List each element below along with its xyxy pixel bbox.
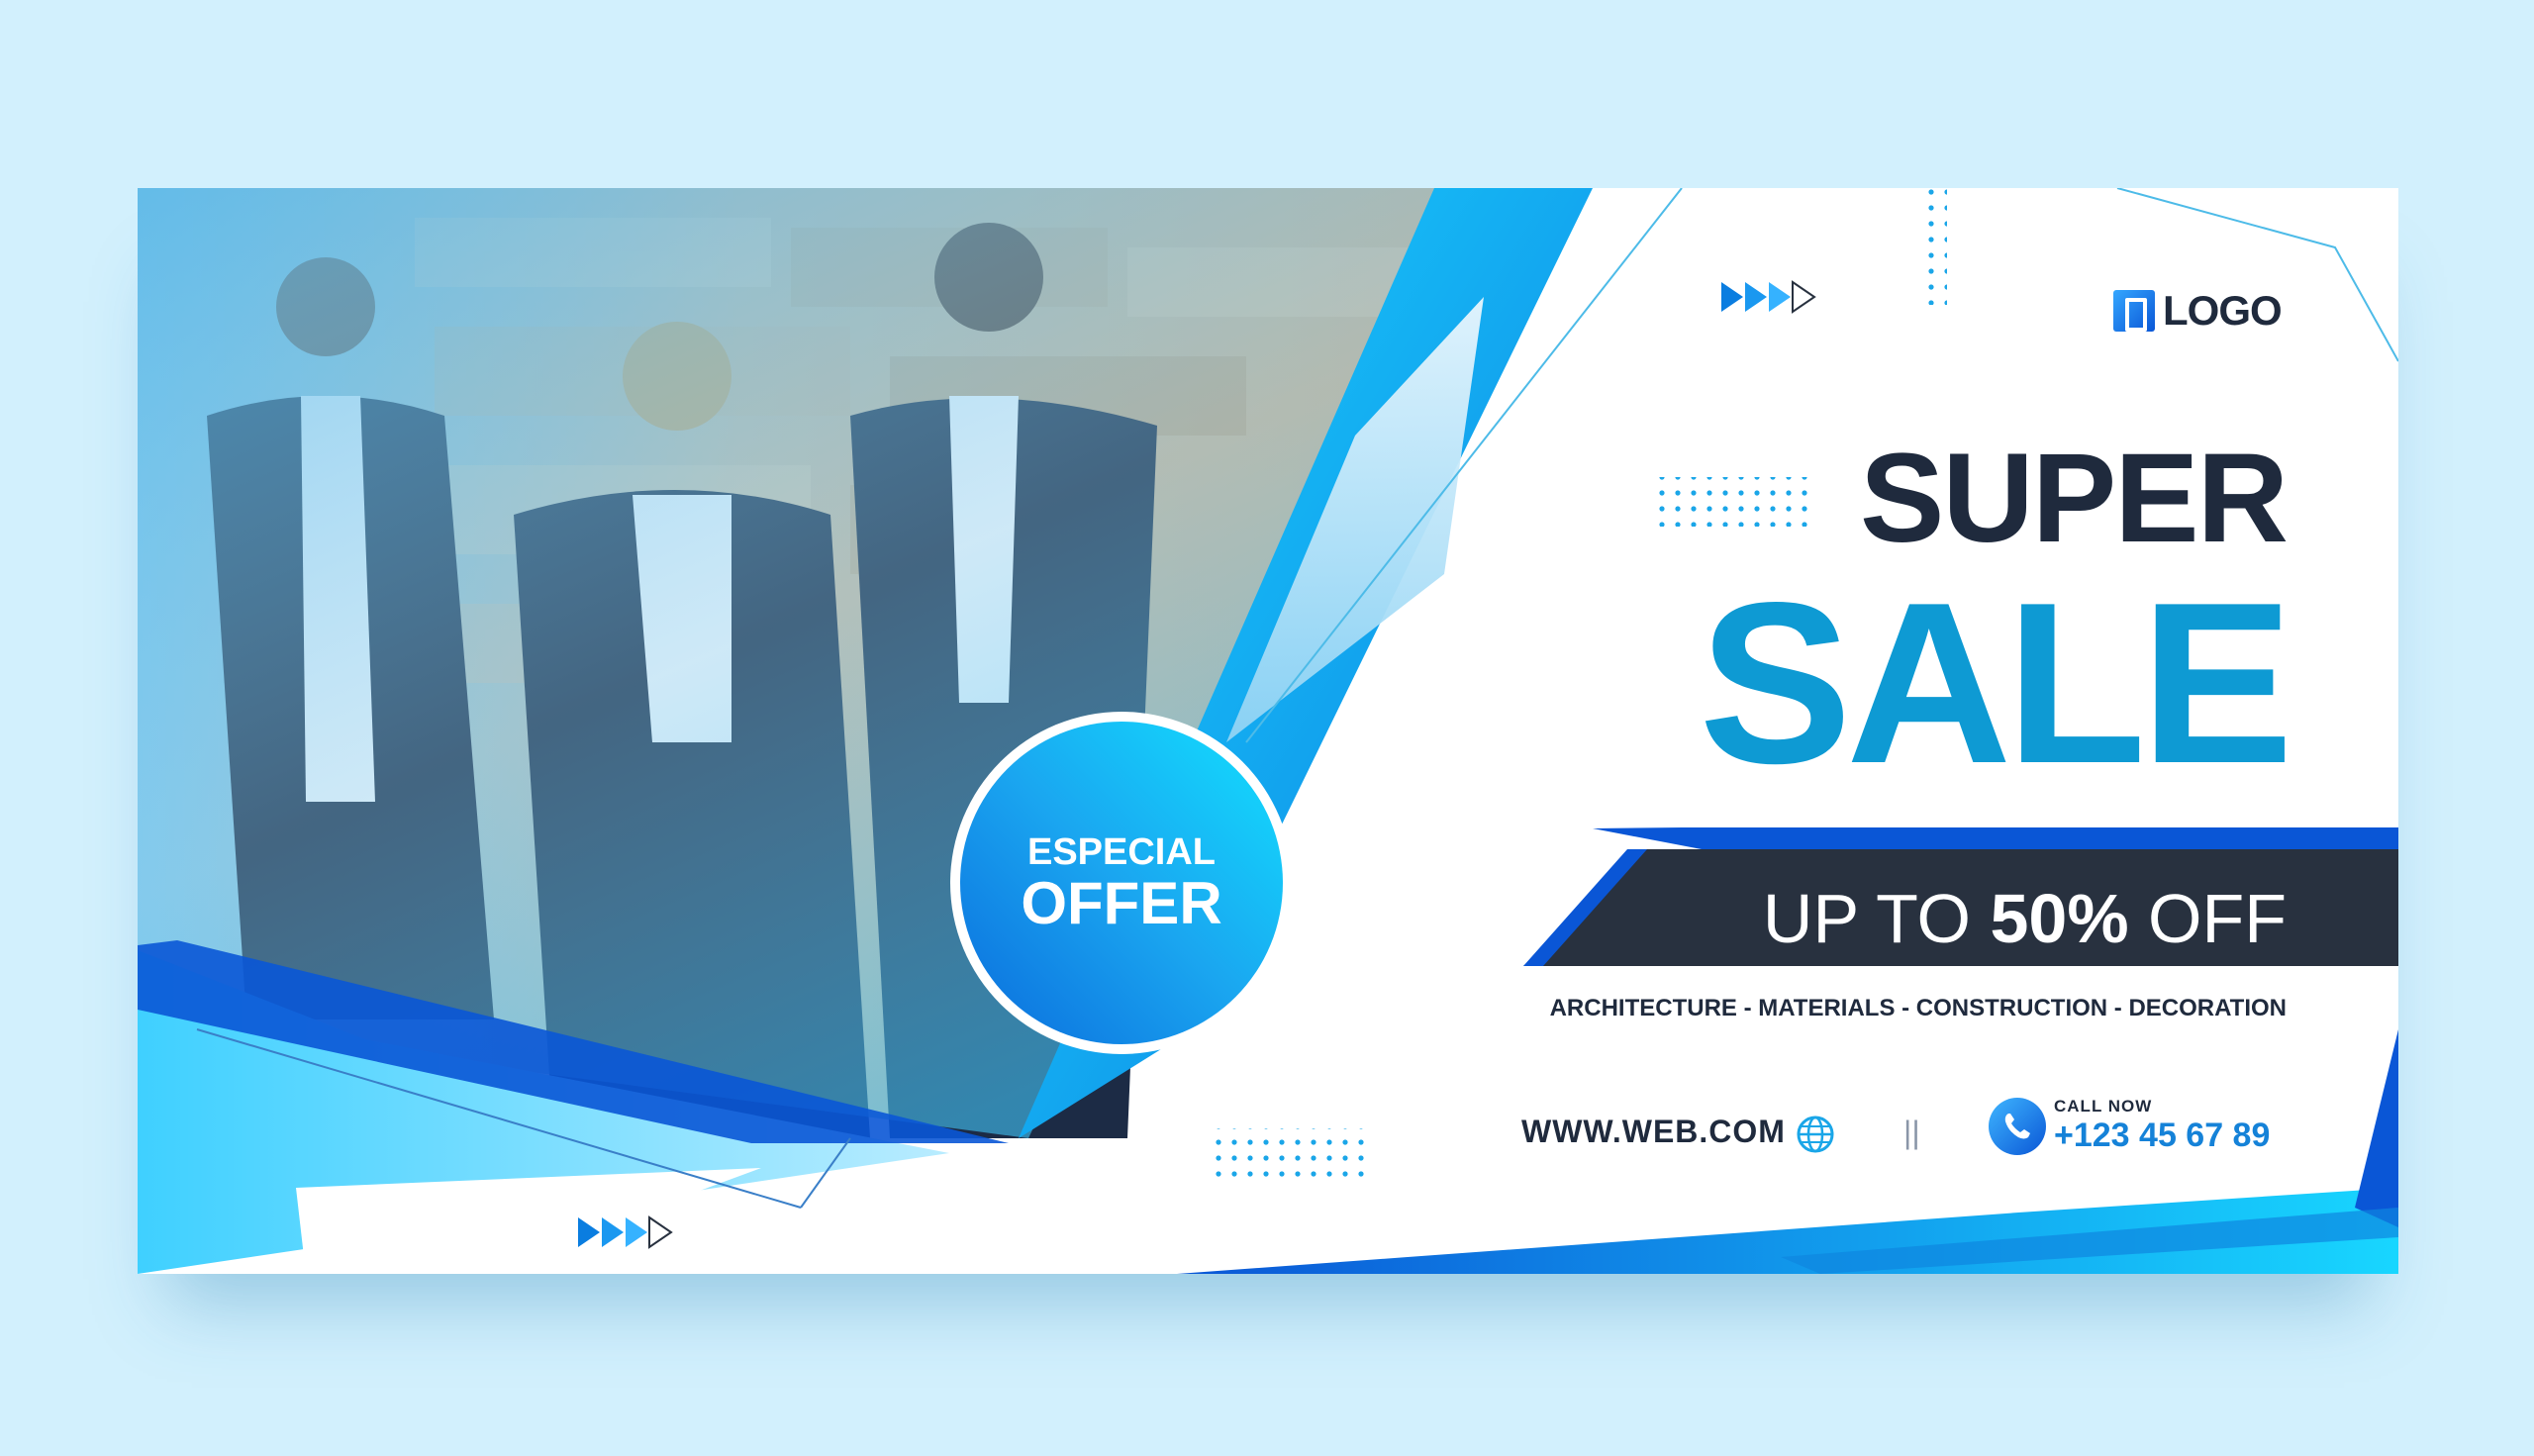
- call-now-label: CALL NOW: [2054, 1097, 2153, 1116]
- triangle-arrows-top: [1721, 280, 1816, 314]
- offer-line1: ESPECIAL: [1026, 831, 1217, 874]
- discount-value: 50%: [1990, 880, 2129, 957]
- logo-text: LOGO: [2163, 287, 2283, 334]
- call-now-block[interactable]: CALL NOW +123 45 67 89: [1989, 1097, 2270, 1155]
- sale-banner: LOGO SUPER SALE UP TO 50% OFF ARCHITECTU…: [138, 188, 2398, 1274]
- right-edge-blue: [2355, 1029, 2398, 1227]
- dot-grid-top: [1919, 188, 1947, 305]
- phone-icon: [1989, 1097, 2046, 1155]
- dot-grid-bottom: [1213, 1128, 1371, 1178]
- discount-text: UP TO 50% OFF: [1763, 879, 2287, 958]
- logo[interactable]: LOGO: [2113, 287, 2283, 335]
- categories-line: ARCHITECTURE - MATERIALS - CONSTRUCTION …: [1549, 995, 2287, 1021]
- website-text: WWW.WEB.COM: [1521, 1114, 1786, 1149]
- logo-mark-icon: [2113, 290, 2155, 332]
- website-link[interactable]: WWW.WEB.COM: [1521, 1114, 1786, 1150]
- discount-bar-accent-top: [1593, 827, 2398, 849]
- phone-number[interactable]: +123 45 67 89: [2054, 1116, 2270, 1155]
- title-sale: SALE: [1699, 555, 2293, 812]
- especial-offer-badge[interactable]: ESPECIAL OFFER: [950, 712, 1293, 1054]
- top-right-line: [2116, 188, 2398, 362]
- discount-suffix: OFF: [2148, 880, 2287, 957]
- globe-icon: [1797, 1116, 1834, 1153]
- offer-line2: OFFER: [1021, 869, 1222, 936]
- discount-prefix: UP TO: [1762, 880, 1972, 957]
- title-super: SUPER: [1860, 428, 2289, 569]
- separator: ||: [1903, 1115, 1920, 1150]
- dot-grid-middle: [1658, 477, 1816, 527]
- offer-badge-inner: ESPECIAL OFFER: [960, 722, 1283, 1044]
